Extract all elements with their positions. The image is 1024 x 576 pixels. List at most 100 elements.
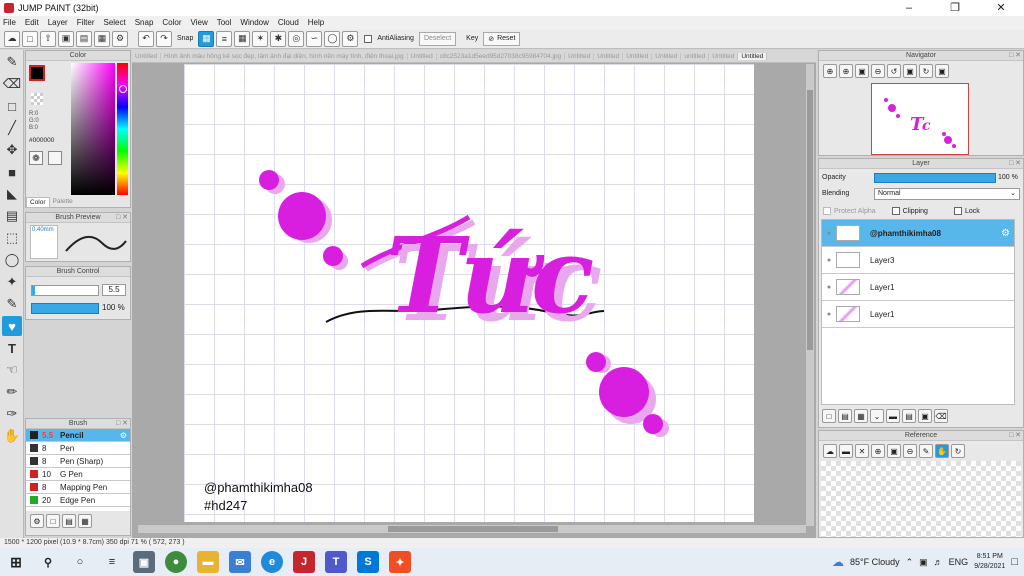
widgets-icon[interactable]: ≡ [101,551,123,573]
snap-radial-icon[interactable]: ✱ [270,30,287,47]
brush-item-pencil[interactable]: 5.5 Pencil ⚙ [26,429,130,442]
bucket-tool-icon[interactable]: ◣ [2,184,22,204]
blending-select[interactable]: Normal ⌄ [874,188,1020,200]
brush-delete-icon[interactable]: ▦ [78,514,92,528]
reference-hand-icon[interactable]: ✋ [935,444,949,458]
chrome-icon[interactable]: ● [165,551,187,573]
menu-view[interactable]: View [191,18,208,27]
tab-untitled-2[interactable]: Untitled [408,52,437,60]
brush-item-mapping-pen[interactable]: 8 Mapping Pen [26,481,130,494]
dropper-tool-icon[interactable]: ✏ [2,382,22,402]
tab-untitled-3[interactable]: Untitled [565,52,595,60]
snap-off-icon[interactable]: ▦ [198,30,215,47]
reference-canvas[interactable] [821,461,1021,537]
brush-size-input[interactable]: 5.5 [102,284,126,296]
windows-start-icon[interactable]: ⊞ [5,551,27,573]
open-icon[interactable]: ⇧ [40,30,56,47]
network-icon[interactable]: ▣ [919,557,928,568]
brush-opacity-slider[interactable] [31,303,99,314]
text-tool-icon[interactable]: T [2,338,22,358]
menu-snap[interactable]: Snap [135,18,154,27]
brush-settings-button-icon[interactable]: ⚙ [30,514,44,528]
selection-brush-tool-icon[interactable]: ♥ [2,316,22,336]
snap-vanishing-icon[interactable]: ✶ [252,30,269,47]
notification-icon[interactable]: □ [1011,556,1018,568]
reference-zoom-in-icon[interactable]: ⊕ [871,444,885,458]
save-as-icon[interactable]: ▤ [76,30,92,47]
tab-untitled-8[interactable]: Untitled [709,52,739,60]
foreground-color-swatch[interactable] [29,65,45,81]
new-layer-8bit-icon[interactable]: ▤ [838,409,852,423]
settings-icon[interactable]: ⚙ [112,30,128,47]
undo-icon[interactable]: ↶ [138,30,154,47]
delete-layer-icon[interactable]: ⌫ [934,409,948,423]
lock-checkbox[interactable] [953,207,962,215]
menu-filter[interactable]: Filter [77,18,95,27]
menu-edit[interactable]: Edit [25,18,39,27]
transparent-swatch[interactable] [31,93,43,105]
pen-tool-icon[interactable]: ✎ [2,52,22,72]
tab-image-2[interactable]: c8c2523a1d5eed95d27038c95984704.jpg [437,52,566,60]
tab-untitled-7[interactable]: untitled [681,52,710,60]
menu-cloud[interactable]: Cloud [278,18,299,27]
merge-layer-icon[interactable]: ▣ [918,409,932,423]
duplicate-layer-icon[interactable]: ▤ [902,409,916,423]
layer-row-layer1[interactable]: ● Layer1 [822,274,1014,301]
shape-tool-icon[interactable]: □ [2,96,22,116]
new-layer-1bit-icon[interactable]: ▦ [854,409,868,423]
new-layer-icon[interactable]: □ [822,409,836,423]
zoom-out-icon[interactable]: ⊖ [871,64,885,78]
brush-item-pen[interactable]: 8 Pen [26,442,130,455]
line-tool-icon[interactable]: ╱ [2,118,22,138]
brush-settings-icon[interactable]: ⚙ [120,431,127,440]
hand-tool-icon[interactable]: ✋ [2,426,22,446]
hue-slider-handle[interactable] [119,85,127,93]
redo-icon[interactable]: ↷ [156,30,172,47]
new-file-icon[interactable]: □ [22,30,38,47]
zoom-in-icon[interactable]: ⊕ [839,64,853,78]
lasso-tool-icon[interactable]: ◯ [2,250,22,270]
reference-open-icon[interactable]: ▬ [839,444,853,458]
task-view-icon[interactable]: ○ [69,551,91,573]
canvas-vertical-scrollbar[interactable] [806,64,814,526]
layer-row-layer1-copy[interactable]: ● Layer1 [822,301,1014,328]
layer-row-layer3[interactable]: ● Layer3 [822,247,1014,274]
hand-select-tool-icon[interactable]: ☜ [2,360,22,380]
snap-settings-icon[interactable]: ⚙ [342,30,359,47]
tab-untitled-active[interactable]: Untitled [738,52,768,60]
search-icon[interactable]: ⚲ [37,551,59,573]
weather-text[interactable]: 85°F Cloudy [850,557,900,567]
edge-icon[interactable]: e [261,551,283,573]
tab-untitled-1[interactable]: Untitled [132,52,162,60]
actual-size-icon[interactable]: ▣ [903,64,917,78]
move-tool-icon[interactable]: ✥ [2,140,22,160]
gradient-tool-icon[interactable]: ▤ [2,206,22,226]
tab-image-1[interactable]: Hình ảnh màu hồng kẻ sọc đẹp, làm ảnh đạ… [161,52,408,60]
deselect-button[interactable]: Deselect [418,31,457,46]
rotate-left-icon[interactable]: ↺ [887,64,901,78]
layer-opacity-slider[interactable] [874,173,996,183]
maximize-button[interactable]: ❐ [932,0,978,16]
language-indicator[interactable]: ENG [949,557,969,567]
reference-zoom-out-icon[interactable]: ⊖ [903,444,917,458]
navigator-thumbnail[interactable]: T c [871,83,969,155]
tray-chevron-icon[interactable]: ⌃ [906,557,914,568]
menu-select[interactable]: Select [103,18,125,27]
reference-close-icon[interactable]: ✕ [855,444,869,458]
visibility-icon[interactable]: ● [822,284,836,291]
magic-wand-tool-icon[interactable]: ✦ [2,272,22,292]
reference-cloud-icon[interactable]: ☁ [823,444,837,458]
tab-untitled-5[interactable]: Untitled [623,52,653,60]
weather-icon[interactable]: ☁ [832,555,844,569]
reference-fit-icon[interactable]: ▣ [887,444,901,458]
export-icon[interactable]: ▦ [94,30,110,47]
snap-circle-icon[interactable]: ◎ [288,30,305,47]
fit-window-icon[interactable]: ▣ [855,64,869,78]
snap-parallel-icon[interactable]: ≡ [216,30,233,47]
selection-pen-tool-icon[interactable]: ✎ [2,294,22,314]
brush-item-g-pen[interactable]: 10 G Pen [26,468,130,481]
color-tab[interactable]: Color [26,197,50,208]
zoom-fit-icon[interactable]: ⊕ [823,64,837,78]
cloud-icon[interactable]: ☁ [4,30,20,47]
snap-curve-icon[interactable]: ∽ [306,30,323,47]
